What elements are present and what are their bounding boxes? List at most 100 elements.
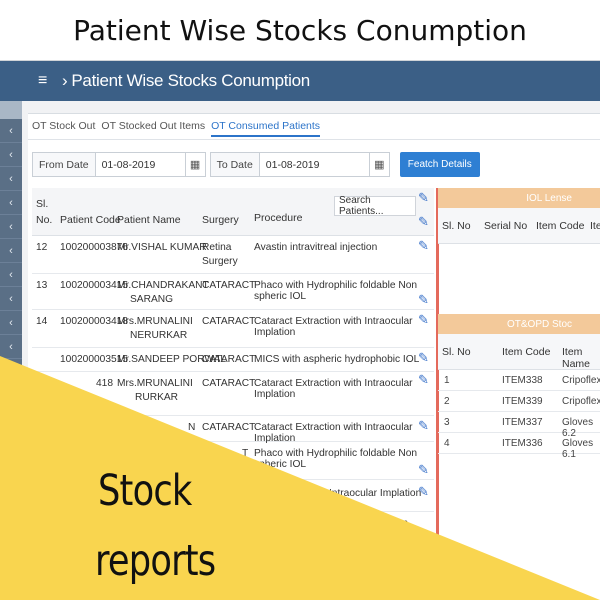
row-item-code: ITEM338 (502, 375, 543, 386)
row-procedure: Avastin intravitreal injection (254, 242, 378, 253)
calendar-icon[interactable]: ▦ (369, 152, 390, 177)
edit-icon[interactable]: ✎ (418, 372, 429, 388)
row-name-line2: SARANG (130, 294, 174, 305)
row-surgery-line2: Surgery (202, 256, 238, 267)
table-row[interactable]: 13 100200003415 Mr.CHANDRAKANT SARANG CA… (32, 274, 434, 310)
promo-label-line2: reports (95, 536, 216, 586)
fetch-details-button[interactable]: Featch Details (399, 152, 480, 177)
row-surgery: CATARACT (202, 422, 256, 433)
header-surgery: Surgery (202, 214, 239, 226)
date-filters: From Date 01-08-2019 ▦ To Date 01-08-201… (32, 152, 480, 177)
chevron-left-icon[interactable]: ‹ (0, 287, 22, 311)
header-sl: Sl. (36, 198, 49, 210)
chevron-left-icon[interactable]: ‹ (0, 239, 22, 263)
row-name: Mrs.MRUNALINI (117, 316, 193, 327)
header-item-code: Item Code (536, 220, 585, 232)
table-row[interactable]: T Phaco with Hydrophilic foldable Non sp… (32, 442, 434, 480)
chevron-left-icon[interactable]: ‹ (0, 191, 22, 215)
row-surgery: T (242, 448, 249, 459)
table-row[interactable]: with Intraocular Implation ✎ (32, 480, 434, 512)
row-sl: 1 (444, 375, 450, 386)
search-patients-input[interactable]: Search Patients... (334, 195, 416, 217)
header-item: Ite (590, 220, 600, 232)
chevron-left-icon[interactable]: ‹ (0, 167, 22, 191)
table-row[interactable]: N CATARACT Cataract Extraction with Intr… (32, 416, 434, 444)
table-row[interactable]: L_RIGID_Non ✎ (32, 512, 434, 552)
iol-lense-title: IOL Lense (438, 188, 600, 208)
row-surgery: CATARACT (202, 316, 256, 327)
tab-divider (28, 139, 600, 140)
promo-label-line1: Stock (98, 466, 192, 516)
table-row[interactable]: 4 ITEM336 Gloves 6.1 (438, 433, 600, 460)
breadcrumb: › Patient Wise Stocks Conumption (62, 71, 310, 91)
chevron-left-icon[interactable]: ‹ (0, 311, 22, 335)
from-date-input[interactable]: 01-08-2019 (95, 152, 186, 177)
chevron-left-icon[interactable]: ‹ (0, 335, 22, 359)
row-sl: 13 (36, 280, 48, 291)
chevron-left-icon[interactable]: ‹ (0, 143, 22, 167)
row-surgery: CATARACT (202, 280, 256, 291)
row-sl: 12 (36, 242, 48, 253)
ot-opd-stock-table: OT&OPD Stoc Sl. No Item Code Item Name 1… (438, 314, 600, 460)
tab-ot-stock-out[interactable]: OT Stock Out (32, 120, 95, 137)
table-row[interactable]: 1 ITEM338 Cripoflexin (438, 370, 600, 391)
hamburger-icon[interactable]: ≡ (38, 72, 56, 90)
app-window: ≡ › Patient Wise Stocks Conumption ‹ ‹ ‹ … (0, 60, 600, 600)
table-row[interactable]: 100200003515 Mr.SANDEEP PORWAL CATARACT … (32, 348, 434, 372)
sidebar-collapsed: ‹ ‹ ‹ ‹ ‹ ‹ ‹ ‹ ‹ ‹ (0, 101, 22, 600)
chevron-left-icon[interactable]: ‹ (0, 119, 22, 143)
edit-icon[interactable]: ✎ (418, 312, 429, 328)
header-procedure: Procedure (254, 212, 303, 224)
content-panel: OT Stock Out OT Stocked Out Items OT Con… (28, 113, 600, 600)
calendar-icon[interactable]: ▦ (185, 152, 206, 177)
tab-bar: OT Stock Out OT Stocked Out Items OT Con… (32, 120, 326, 137)
row-item-name: Gloves 6.1 (562, 438, 594, 460)
table-row[interactable]: 12 100200003876 Mr.VISHAL KUMAR Retina S… (32, 236, 434, 274)
chevron-left-icon[interactable]: ‹ (0, 263, 22, 287)
row-sl: 4 (444, 438, 450, 449)
edit-icon[interactable]: ✎ (418, 190, 429, 206)
edit-icon[interactable]: ✎ (418, 292, 429, 308)
edit-icon[interactable]: ✎ (418, 484, 429, 500)
table-row[interactable]: 3 ITEM337 Gloves 6.2 (438, 412, 600, 439)
row-procedure: Phaco with Hydrophilic foldable Non sphe… (254, 280, 418, 302)
row-code: 418 (96, 378, 113, 389)
table-row[interactable]: 14 100200003418 Mrs.MRUNALINI NERURKAR C… (32, 310, 434, 348)
sidebar-active-item[interactable] (0, 101, 22, 119)
table-row[interactable]: 2 ITEM339 Cripoflexin (438, 391, 600, 412)
to-date-label: To Date (209, 152, 260, 177)
edit-icon[interactable]: ✎ (418, 418, 429, 434)
tab-ot-consumed-patients[interactable]: OT Consumed Patients (211, 120, 321, 137)
header-sl-no: Sl. No (442, 346, 471, 358)
row-sl: 3 (444, 417, 450, 428)
table-row[interactable]: 418 Mrs.MRUNALINI RURKAR CATARACT Catara… (32, 372, 434, 416)
edit-icon[interactable]: ✎ (418, 238, 429, 254)
edit-icon[interactable]: ✎ (418, 350, 429, 366)
edit-icon[interactable]: ✎ (418, 462, 429, 478)
row-surgery: CATARACT (202, 354, 256, 365)
row-sl: 2 (444, 396, 450, 407)
row-procedure: L_RIGID_Non (344, 518, 408, 529)
chevron-right-icon: › (62, 71, 68, 90)
row-name: Mr.CHANDRAKANT (117, 280, 209, 291)
row-item-name: Cripoflexin (562, 396, 600, 407)
row-item-name: Cripoflexin (562, 375, 600, 386)
tab-ot-stocked-out-items[interactable]: OT Stocked Out Items (101, 120, 205, 137)
edit-icon[interactable]: ✎ (418, 214, 429, 230)
row-name: N (188, 422, 196, 433)
row-name: Mrs.MRUNALINI (117, 378, 193, 389)
banner-title: Patient Wise Stocks Conumption (73, 13, 527, 47)
breadcrumb-label: Patient Wise Stocks Conumption (71, 71, 310, 90)
patients-table: Sl. No. Patient Code Patient Name Surger… (32, 188, 434, 552)
edit-icon[interactable]: ✎ (418, 532, 429, 548)
row-procedure: with Intraocular Implation (308, 488, 422, 499)
chevron-left-icon[interactable]: ‹ (0, 215, 22, 239)
row-item-code: ITEM336 (502, 438, 543, 449)
to-date-input[interactable]: 01-08-2019 (259, 152, 370, 177)
from-date-label: From Date (32, 152, 96, 177)
row-procedure: Phaco with Hydrophilic foldable Non sphe… (254, 448, 418, 470)
row-name-line2: RURKAR (135, 392, 179, 403)
row-name-line2: NERURKAR (130, 330, 188, 341)
iol-lense-table: IOL Lense Sl. No Serial No Item Code Ite (438, 188, 600, 244)
header-patient-code: Patient Code (60, 214, 121, 226)
